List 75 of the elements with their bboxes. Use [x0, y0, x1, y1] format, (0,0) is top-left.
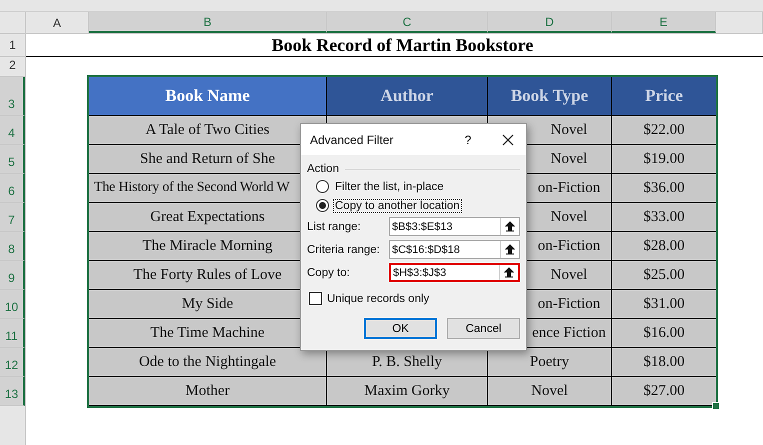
- table-cell: Maxim Gorky: [364, 382, 450, 400]
- help-button[interactable]: ?: [458, 132, 478, 146]
- row-header[interactable]: 12: [0, 348, 25, 377]
- table-cell: Novel: [531, 382, 568, 400]
- dialog-button[interactable]: Cancel: [447, 318, 520, 339]
- row-header[interactable]: 7: [0, 203, 25, 232]
- row-header[interactable]: 9: [0, 261, 25, 290]
- checkbox-label[interactable]: Unique records only: [327, 292, 430, 304]
- sheet-title: Book Record of Martin Bookstore: [270, 34, 534, 56]
- row-header[interactable]: 10: [0, 290, 25, 319]
- table-cell: The History of the Second World W: [94, 180, 290, 196]
- table-cell: $19.00: [643, 150, 685, 168]
- column-heading: Book Type: [488, 77, 612, 115]
- table-cell: $25.00: [643, 266, 685, 284]
- table-cell: The Time Machine: [150, 324, 265, 342]
- table-cell: $27.00: [643, 382, 685, 400]
- column-heading: Book Name: [89, 77, 327, 115]
- range-field[interactable]: $H$3:$J$3: [389, 263, 520, 282]
- column-header[interactable]: E: [612, 12, 716, 33]
- table-cell: Novel: [550, 150, 588, 168]
- column-heading: Price: [644, 85, 684, 107]
- up-arrow-icon: [505, 221, 515, 232]
- column-header[interactable]: B: [89, 12, 327, 33]
- range-field[interactable]: $B$3:$E$13: [389, 217, 520, 236]
- table-cell: $36.00: [643, 180, 685, 196]
- dialog-button[interactable]: OK: [364, 318, 437, 339]
- radio-label[interactable]: Copy to another location: [333, 198, 462, 212]
- row-header[interactable]: 4: [0, 116, 25, 145]
- row-header[interactable]: 3: [0, 77, 25, 116]
- table-cell: $16.00: [643, 324, 685, 342]
- range-field[interactable]: $C$16:$D$18: [389, 240, 520, 259]
- table-cell: My Side: [182, 296, 234, 312]
- table-cell: A Tale of Two Cities: [145, 122, 270, 138]
- radio-button[interactable]: [316, 180, 329, 193]
- table-cell: on-Fiction: [538, 180, 600, 196]
- table-cell: Ode to the Nightingale: [138, 354, 276, 370]
- close-icon: [502, 134, 514, 146]
- up-arrow-icon: [504, 267, 514, 278]
- table-cell: The Forty Rules of Love: [133, 266, 282, 284]
- checkbox[interactable]: [309, 292, 322, 305]
- table-cell: $33.00: [643, 208, 685, 226]
- column-header[interactable]: C: [327, 12, 488, 33]
- table-cell: Novel: [550, 122, 588, 138]
- table-cell: on-Fiction: [538, 238, 600, 254]
- dialog-title: Advanced Filter: [310, 132, 394, 146]
- fill-handle[interactable]: [712, 402, 720, 410]
- field-label: Criteria range:: [307, 244, 381, 256]
- row-header[interactable]: 6: [0, 174, 25, 203]
- table-cell: on-Fiction: [538, 296, 600, 312]
- column-header[interactable]: D: [488, 12, 612, 33]
- row-header[interactable]: 5: [0, 145, 25, 174]
- radio-label[interactable]: Filter the list, in-place: [333, 180, 446, 194]
- field-label: List range:: [307, 220, 362, 232]
- table-cell: $28.00: [643, 238, 685, 254]
- row-header[interactable]: 1: [0, 34, 25, 57]
- table-cell: Novel: [550, 208, 588, 226]
- table-cell: $31.00: [643, 296, 685, 312]
- table-cell: The Miracle Morning: [142, 238, 272, 254]
- table-cell: Mother: [185, 382, 230, 400]
- up-arrow-icon: [505, 244, 515, 255]
- table-cell: $18.00: [643, 354, 685, 370]
- row-header[interactable]: 13: [0, 377, 25, 406]
- table-cell: Poetry: [530, 354, 570, 370]
- table-cell: She and Return of She: [140, 150, 275, 168]
- row-header[interactable]: 11: [0, 319, 25, 348]
- table-cell: $22.00: [643, 122, 685, 138]
- column-heading: Author: [327, 77, 488, 115]
- table-cell: Great Expectations: [150, 208, 265, 226]
- table-cell: Novel: [550, 266, 588, 284]
- table-cell: ence Fiction: [532, 324, 606, 342]
- radio-button[interactable]: [316, 199, 329, 212]
- table-cell: P. B. Shelly: [372, 354, 442, 370]
- group-label: Action: [307, 163, 339, 175]
- field-label: Copy to:: [307, 266, 351, 278]
- row-header[interactable]: 8: [0, 232, 25, 261]
